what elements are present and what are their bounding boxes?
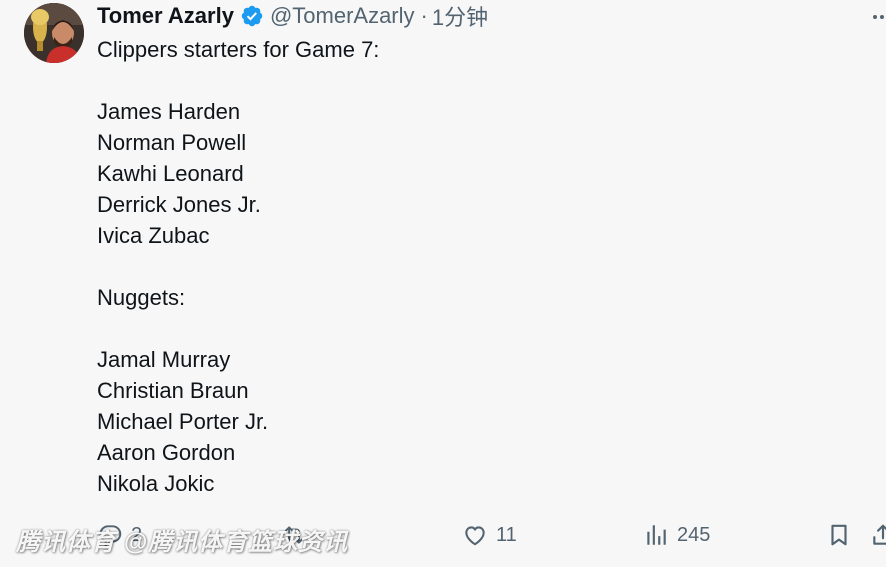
reply-button[interactable]: 2 — [97, 517, 142, 553]
repost-icon — [281, 522, 307, 548]
tweet[interactable]: Tomer Azarly @TomerAzarly · 1分钟 Clippers… — [0, 0, 886, 567]
tweet-text: Clippers starters for Game 7: James Hard… — [97, 37, 380, 496]
display-name[interactable]: Tomer Azarly — [97, 3, 234, 29]
separator-dot: · — [420, 3, 428, 28]
share-icon — [870, 522, 886, 548]
like-button[interactable]: 11 — [462, 517, 517, 553]
repost-button[interactable] — [281, 517, 315, 553]
reply-count: 2 — [131, 523, 143, 546]
share-button[interactable] — [870, 517, 886, 553]
bookmark-icon — [826, 522, 852, 548]
tweet-header: Tomer Azarly @TomerAzarly · 1分钟 — [97, 0, 488, 32]
avatar-image — [24, 3, 84, 63]
action-bar: 2 11 245 — [0, 517, 886, 553]
heart-icon — [462, 522, 488, 548]
timestamp[interactable]: 1分钟 — [432, 0, 488, 32]
more-icon[interactable] — [873, 6, 886, 26]
avatar[interactable] — [24, 3, 84, 63]
views-count: 245 — [677, 523, 711, 546]
views-button[interactable]: 245 — [643, 517, 710, 553]
reply-icon — [97, 522, 123, 548]
like-count: 11 — [496, 523, 517, 546]
verified-badge-icon — [240, 4, 264, 28]
handle[interactable]: @TomerAzarly — [270, 3, 415, 29]
views-chart-icon — [643, 522, 669, 548]
bookmark-button[interactable] — [826, 517, 852, 553]
